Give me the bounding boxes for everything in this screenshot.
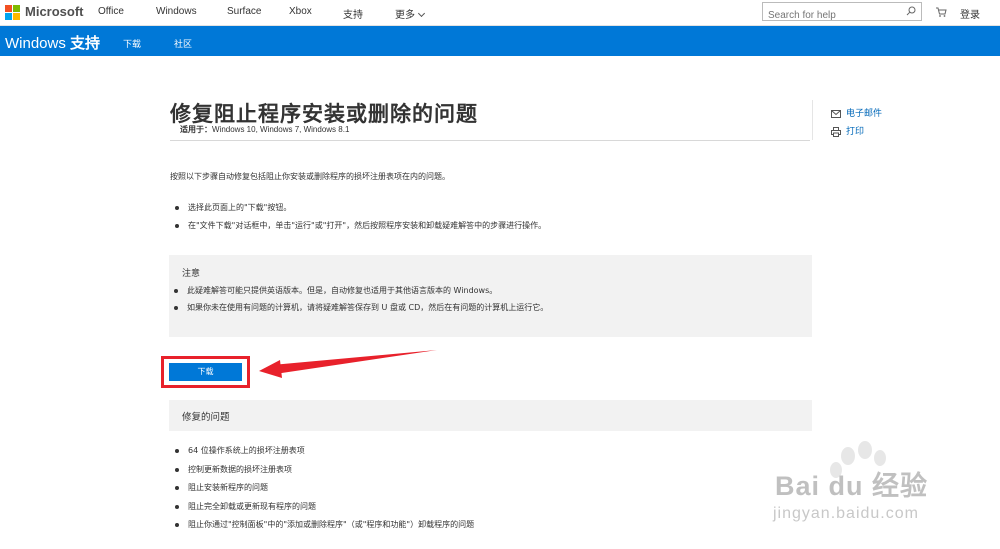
list-item: 如果你未在使用有问题的计算机，请将疑难解答保存到 U 盘或 CD，然后在有问题的… <box>169 303 548 320</box>
search-box[interactable] <box>762 2 922 24</box>
printer-icon <box>831 126 841 137</box>
mail-icon <box>831 109 841 118</box>
microsoft-logo-icon[interactable] <box>5 5 21 21</box>
chevron-down-icon <box>417 9 426 18</box>
nav-xbox[interactable]: Xbox <box>289 6 312 17</box>
nav-support[interactable]: 支持 <box>343 6 363 21</box>
nav-office[interactable]: Office <box>98 6 124 17</box>
nav-more[interactable]: 更多 <box>395 6 426 21</box>
fixed-issues-panel: 修复的问题 <box>169 400 812 431</box>
list-item: 阻止你通过"控制面板"中的"添加或删除程序"（或"程序和功能"）卸载程序的问题 <box>170 520 474 539</box>
search-icon[interactable] <box>906 6 916 16</box>
note-panel: 注意 此疑难解答可能只提供英语版本。但是，自动修复也适用于其他语言版本的 Win… <box>169 255 812 337</box>
support-title[interactable]: Windows 支持 <box>5 32 100 53</box>
steps-list: 选择此页面上的"下载"按钮。 在"文件下载"对话框中，单击"运行"或"打开"，然… <box>170 203 546 239</box>
list-item: 在"文件下载"对话框中，单击"运行"或"打开"，然后按照程序安装和卸载疑难解答中… <box>170 221 546 239</box>
watermark-url: jingyan.baidu.com <box>773 505 919 522</box>
cart-icon[interactable] <box>935 6 947 18</box>
email-label: 电子邮件 <box>846 109 883 119</box>
email-link[interactable]: 电子邮件 <box>831 106 882 119</box>
print-link[interactable]: 打印 <box>831 124 864 137</box>
nav-download[interactable]: 下载 <box>123 37 141 50</box>
notes-list: 此疑难解答可能只提供英语版本。但是，自动修复也适用于其他语言版本的 Window… <box>169 286 548 320</box>
fixed-issues-title: 修复的问题 <box>182 412 230 423</box>
intro-text: 按照以下步骤自动修复包括阻止你安装或删除程序的损坏注册表项在内的问题。 <box>170 172 450 181</box>
side-divider <box>812 100 813 140</box>
list-item: 此疑难解答可能只提供英语版本。但是，自动修复也适用于其他语言版本的 Window… <box>169 286 548 303</box>
list-item: 阻止完全卸载或更新现有程序的问题 <box>170 502 474 521</box>
nav-windows[interactable]: Windows <box>156 6 197 17</box>
nav-surface[interactable]: Surface <box>227 6 261 17</box>
watermark-text: Bai du 经验 <box>775 471 929 501</box>
download-button[interactable]: 下载 <box>169 363 242 381</box>
title-divider <box>170 140 810 141</box>
nav-more-label: 更多 <box>395 10 415 21</box>
signin-link[interactable]: 登录 <box>960 6 980 21</box>
applies-to: 适用于：Windows 10, Windows 7, Windows 8.1 <box>180 124 349 135</box>
list-item: 控制更新数据的损坏注册表项 <box>170 465 474 484</box>
search-input[interactable] <box>763 7 898 24</box>
print-label: 打印 <box>846 127 865 137</box>
applies-value: Windows 10, Windows 7, Windows 8.1 <box>212 125 350 134</box>
top-nav-bar: Microsoft Office Windows Surface Xbox 支持… <box>0 0 1000 26</box>
applies-label: 适用于： <box>180 125 212 134</box>
fixed-issues-list: 64 位操作系统上的损坏注册表项 控制更新数据的损坏注册表项 阻止安装新程序的问… <box>170 446 474 539</box>
support-title-suffix: 支持 <box>70 35 101 52</box>
support-header-bar: Windows 支持 下载 社区 <box>0 26 1000 56</box>
brand-name[interactable]: Microsoft <box>25 4 84 19</box>
support-title-prefix: Windows <box>5 35 66 52</box>
list-item: 阻止安装新程序的问题 <box>170 483 474 502</box>
list-item: 选择此页面上的"下载"按钮。 <box>170 203 546 221</box>
nav-community[interactable]: 社区 <box>174 37 192 50</box>
note-title: 注意 <box>182 269 201 279</box>
list-item: 64 位操作系统上的损坏注册表项 <box>170 446 474 465</box>
